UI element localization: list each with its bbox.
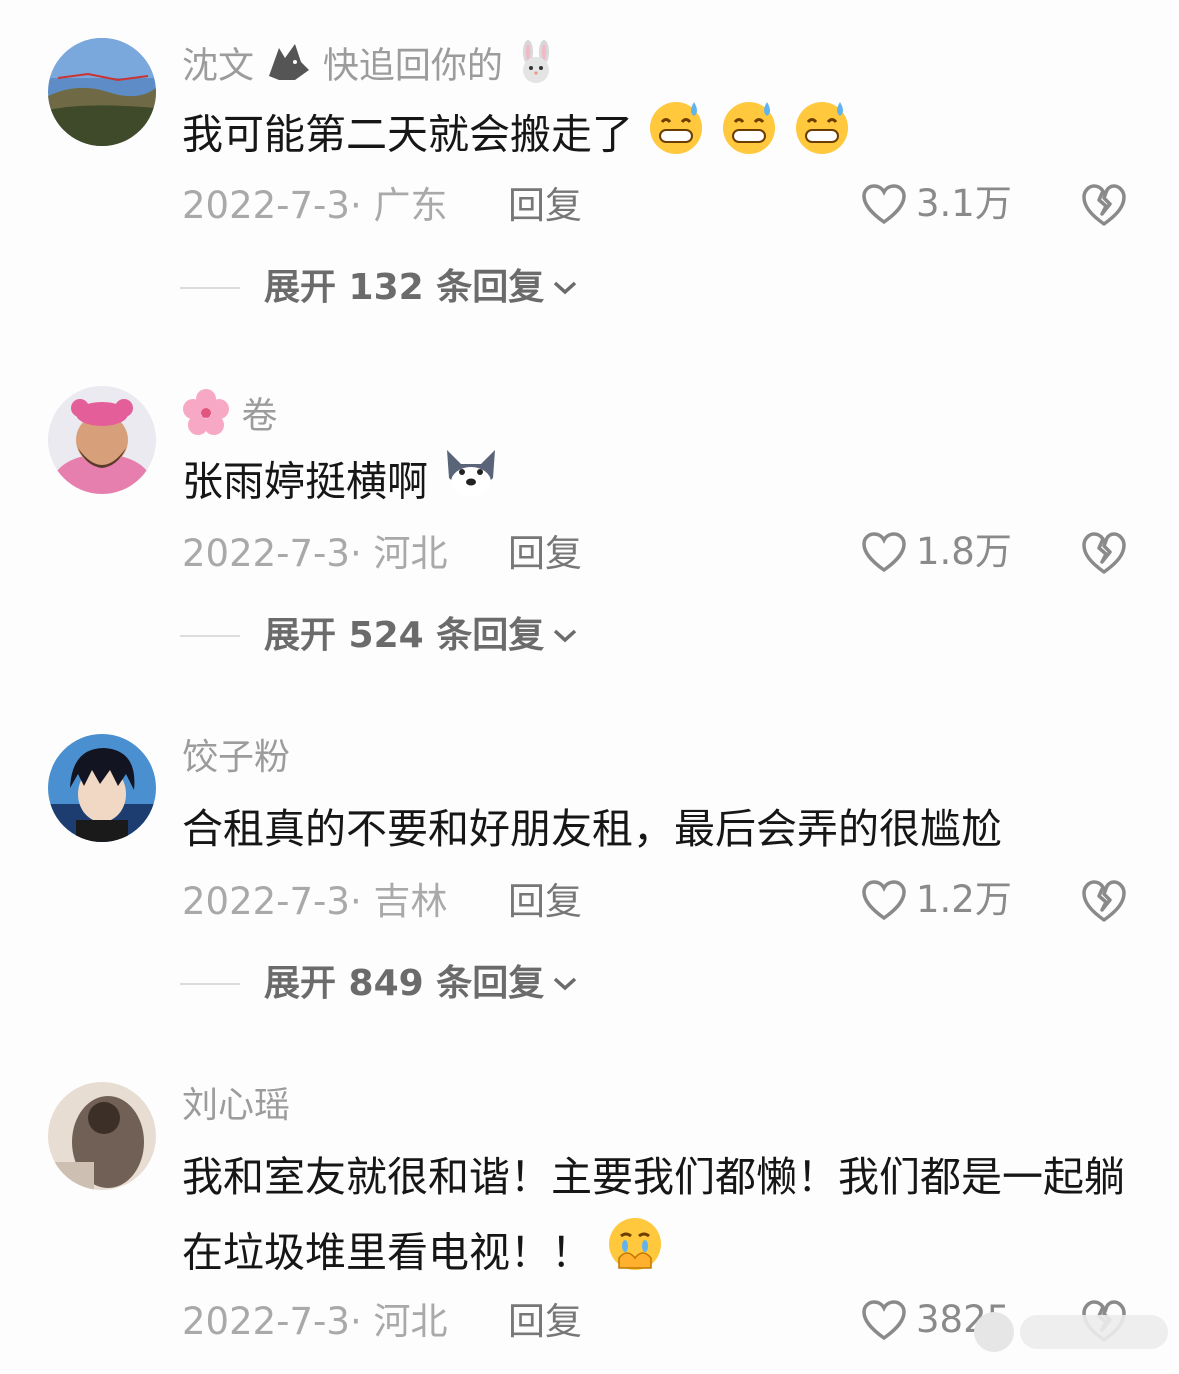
chevron-down-icon bbox=[554, 977, 577, 991]
expand-replies-button[interactable]: 展开 849 条回复 bbox=[180, 962, 578, 1006]
dislike-button[interactable] bbox=[1080, 530, 1128, 580]
date-location: 2022-7-3· 广东 bbox=[182, 184, 448, 227]
reply-button[interactable]: 回复 bbox=[508, 184, 582, 228]
grinning-sweat-emoji-icon bbox=[646, 96, 706, 179]
broken-heart-icon bbox=[1082, 184, 1126, 226]
avatar[interactable] bbox=[48, 734, 156, 842]
like-button[interactable]: 1.2万 bbox=[860, 878, 1012, 922]
grinning-sweat-emoji-icon bbox=[719, 96, 779, 179]
avatar[interactable] bbox=[48, 38, 156, 146]
avatar[interactable] bbox=[48, 386, 156, 494]
crying-hands-emoji-icon bbox=[605, 1214, 665, 1297]
author-name[interactable]: 饺子粉 bbox=[182, 736, 290, 780]
broken-heart-icon bbox=[1082, 880, 1126, 922]
author-name[interactable]: 沈文 快追回你的 bbox=[182, 40, 558, 95]
comment-text: 张雨婷挺横啊 bbox=[182, 444, 1142, 525]
rabbit-emoji-icon bbox=[514, 40, 558, 95]
husky-emoji-icon bbox=[441, 444, 501, 525]
like-count: 3.1万 bbox=[916, 182, 1012, 225]
watermark-bar bbox=[1020, 1315, 1168, 1349]
comment-text: 我和室友就很和谐！主要我们都懒！我们都是一起躺在垃圾堆里看电视！！ bbox=[182, 1140, 1142, 1297]
divider bbox=[180, 983, 240, 985]
reply-button[interactable]: 回复 bbox=[508, 532, 582, 576]
date-location: 2022-7-3· 河北 bbox=[182, 1300, 448, 1343]
like-count: 1.8万 bbox=[916, 530, 1012, 573]
expand-replies-button[interactable]: 展开 132 条回复 bbox=[180, 266, 578, 310]
expand-replies-button[interactable]: 展开 524 条回复 bbox=[180, 614, 578, 658]
watermark-logo-icon bbox=[974, 1312, 1014, 1352]
comment-text: 合租真的不要和好朋友租，最后会弄的很尴尬 bbox=[182, 805, 1002, 853]
heart-icon bbox=[862, 184, 906, 225]
broken-heart-icon bbox=[1082, 532, 1126, 574]
cherry-blossom-emoji-icon bbox=[182, 388, 230, 447]
heart-icon bbox=[862, 1300, 906, 1341]
like-button[interactable]: 3.1万 bbox=[860, 182, 1012, 226]
like-button[interactable]: 1.8万 bbox=[860, 530, 1012, 574]
date-location: 2022-7-3· 吉林 bbox=[182, 880, 448, 923]
reply-button[interactable]: 回复 bbox=[508, 880, 582, 924]
chevron-down-icon bbox=[554, 281, 577, 295]
divider bbox=[180, 635, 240, 637]
watermark-overlay bbox=[974, 1300, 1174, 1364]
avatar[interactable] bbox=[48, 1082, 156, 1190]
reply-button[interactable]: 回复 bbox=[508, 1300, 582, 1344]
dislike-button[interactable] bbox=[1080, 182, 1128, 232]
author-name[interactable]: 卷 bbox=[182, 388, 277, 447]
like-count: 1.2万 bbox=[916, 878, 1012, 921]
date-location: 2022-7-3· 河北 bbox=[182, 532, 448, 575]
wolf-emoji-icon bbox=[265, 40, 311, 95]
author-name[interactable]: 刘心瑶 bbox=[182, 1084, 290, 1128]
grinning-sweat-emoji-icon bbox=[792, 96, 852, 179]
chevron-down-icon bbox=[554, 629, 577, 643]
heart-icon bbox=[862, 880, 906, 921]
dislike-button[interactable] bbox=[1080, 878, 1128, 928]
heart-icon bbox=[862, 532, 906, 573]
divider bbox=[180, 287, 240, 289]
comment-text: 我可能第二天就会搬走了 bbox=[182, 96, 1142, 179]
